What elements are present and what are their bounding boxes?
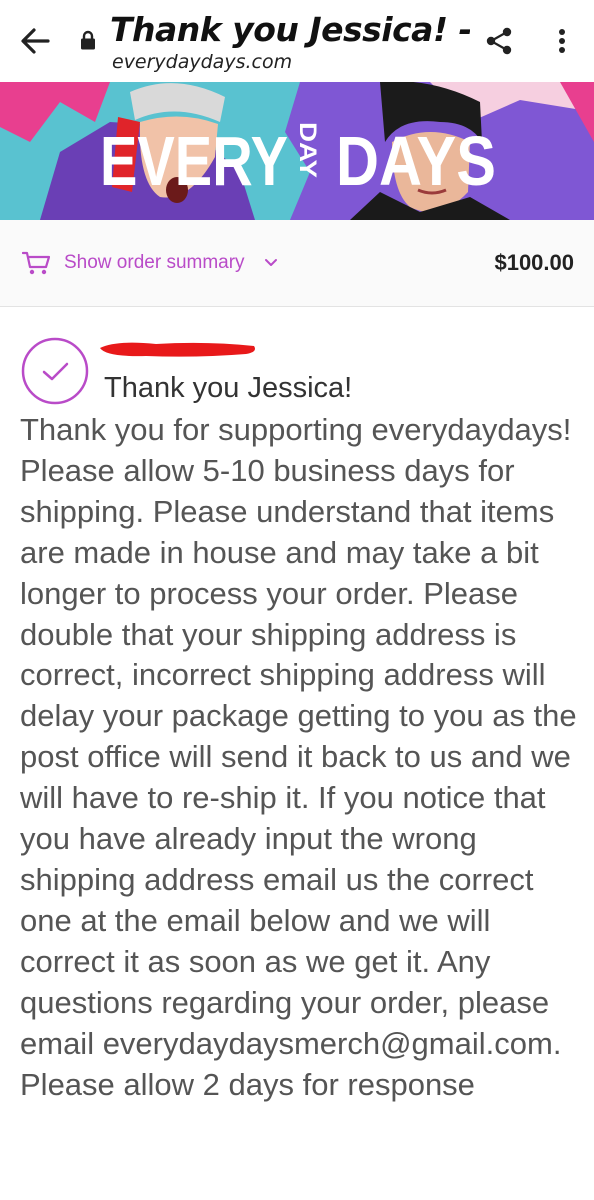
share-icon[interactable] <box>484 26 514 56</box>
back-arrow-icon[interactable] <box>18 24 52 58</box>
cart-icon[interactable] <box>22 250 50 276</box>
redaction-mark <box>100 342 255 357</box>
banner-brand-middle: DAY <box>294 122 321 178</box>
banner-brand-left: EVERY <box>100 122 288 200</box>
show-order-summary-link[interactable]: Show order summary <box>64 250 245 276</box>
page-title[interactable]: Thank you Jessica! - ... <box>110 8 470 52</box>
store-banner: EVERY DAY DAYS <box>0 82 594 220</box>
banner-brand-right: DAYS <box>336 122 496 200</box>
page-url[interactable]: everydaydays.com <box>112 50 292 74</box>
order-total: $100.00 <box>494 250 574 275</box>
chevron-down-icon[interactable] <box>264 256 278 270</box>
banner-artwork: EVERY DAY DAYS <box>0 82 594 220</box>
check-circle-icon <box>21 337 89 405</box>
browser-toolbar: Thank you Jessica! - ... everydaydays.co… <box>0 0 594 82</box>
confirmation-title: Thank you Jessica! <box>104 372 353 404</box>
order-summary-bar: Show order summary $100.00 <box>0 220 594 307</box>
confirmation-message: Thank you for supporting everydaydays! P… <box>20 412 577 1102</box>
overflow-menu-icon[interactable] <box>550 26 574 56</box>
lock-icon <box>81 30 95 50</box>
